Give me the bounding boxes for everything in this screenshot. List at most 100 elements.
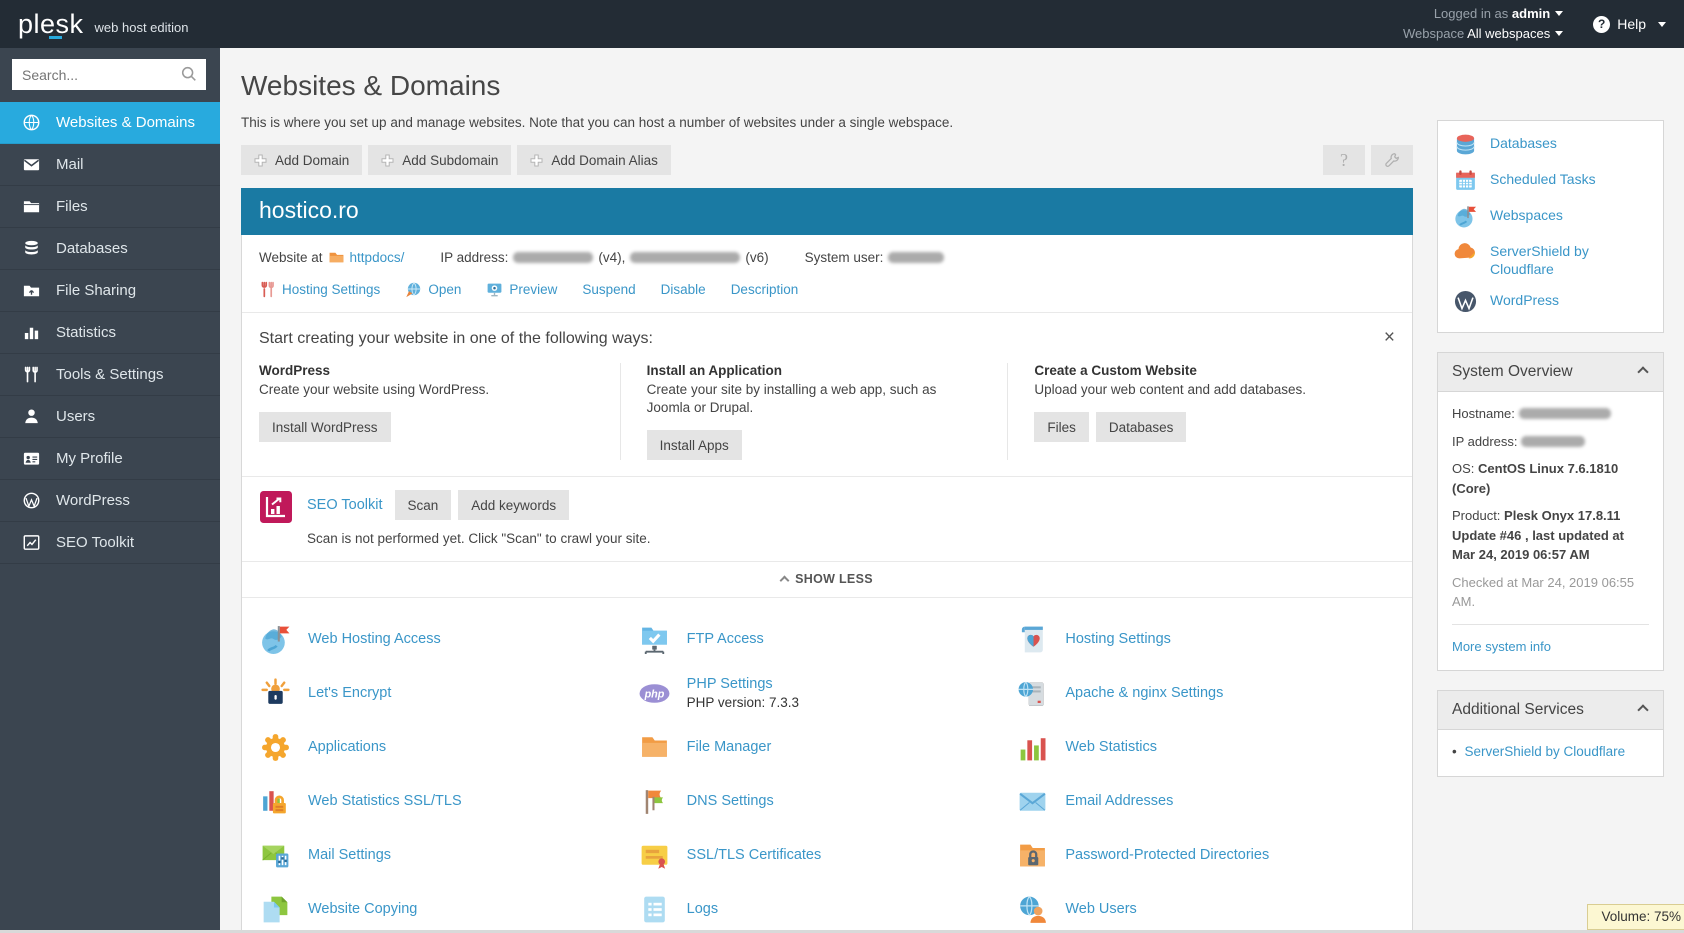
user-menu[interactable]: admin (1512, 6, 1564, 21)
protected-folder-icon[interactable] (1016, 839, 1049, 872)
action-preview[interactable]: Preview (486, 281, 557, 298)
os-label: OS: (1452, 461, 1475, 476)
httpdocs-link[interactable]: httpdocs/ (350, 250, 405, 265)
rail-link-databases[interactable]: Databases (1453, 132, 1648, 157)
seo-toolkit-link[interactable]: SEO Toolkit (307, 497, 383, 513)
webspace-selector[interactable]: All webspaces (1467, 26, 1564, 41)
action-disable[interactable]: Disable (661, 282, 706, 297)
redacted-ipv6 (630, 252, 741, 263)
grid-item-link[interactable]: FTP Access (687, 631, 764, 647)
rail-link-servershield-by-cloudflare[interactable]: ServerShield by Cloudflare (1453, 243, 1648, 278)
grid-item-password-protected-directories: Password-Protected Directories (1016, 830, 1395, 880)
sidebar-item-file-sharing[interactable]: File Sharing (0, 270, 220, 312)
grid-item-link[interactable]: Hosting Settings (1065, 631, 1171, 647)
stats-lock-icon[interactable] (259, 785, 292, 818)
envelope-icon[interactable] (1016, 785, 1049, 818)
grid-item-link[interactable]: Web Statistics (1065, 739, 1157, 755)
sidebar-item-files[interactable]: Files (0, 186, 220, 228)
lets-encrypt-icon[interactable] (259, 677, 292, 710)
grid-item-link[interactable]: Applications (308, 739, 386, 755)
grid-item-link[interactable]: DNS Settings (687, 793, 774, 809)
show-less-toggle[interactable]: SHOW LESS (242, 562, 1412, 597)
sidebar-item-my-profile[interactable]: My Profile (0, 438, 220, 480)
button-databases[interactable]: Databases (1095, 412, 1187, 443)
grid-item-link[interactable]: PHP Settings (687, 676, 799, 692)
gear-icon[interactable] (259, 731, 292, 764)
folder-orange-icon[interactable] (638, 731, 671, 764)
promo-option-text: Upload your web content and add database… (1034, 382, 1307, 397)
grid-item-link[interactable]: Web Users (1065, 901, 1136, 917)
close-icon[interactable]: × (1384, 328, 1395, 347)
grid-item-link[interactable]: Let's Encrypt (308, 685, 391, 701)
search-box (0, 48, 220, 102)
customize-button[interactable] (1371, 145, 1413, 175)
search-input[interactable] (12, 59, 206, 90)
grid-item-link[interactable]: Mail Settings (308, 847, 391, 863)
rail-link-webspaces[interactable]: Webspaces (1453, 206, 1648, 229)
sidebar-item-users[interactable]: Users (0, 396, 220, 438)
grid-item-php-settings: php PHP Settings PHP version: 7.3.3 (638, 668, 1017, 718)
ftp-folder-icon[interactable] (638, 623, 671, 656)
sidebar-item-tools-settings[interactable]: Tools & Settings (0, 354, 220, 396)
button-add-domain-alias[interactable]: Add Domain Alias (517, 145, 671, 175)
nav-folder-icon (22, 197, 41, 216)
redacted-system-user (888, 252, 945, 263)
action-open[interactable]: Open (405, 281, 461, 298)
button-files[interactable]: Files (1034, 412, 1089, 443)
certificate-icon[interactable] (638, 839, 671, 872)
sidebar-item-databases[interactable]: Databases (0, 228, 220, 270)
grid-item-hosting-settings: Hosting Settings (1016, 614, 1395, 664)
help-button[interactable]: ? (1323, 145, 1365, 175)
sidebar-item-seo-toolkit[interactable]: SEO Toolkit (0, 522, 220, 564)
sidebar-item-wordpress[interactable]: WordPress (0, 480, 220, 522)
rail-link-scheduled-tasks[interactable]: Scheduled Tasks (1453, 170, 1648, 193)
bar-chart-icon[interactable] (1016, 731, 1049, 764)
plesk-logo[interactable]: plesk (18, 9, 84, 40)
grid-item-link[interactable]: File Manager (687, 739, 772, 755)
feature-grid: Web Hosting Access Let's Encrypt Applica… (242, 598, 1412, 933)
sidebar-item-statistics[interactable]: Statistics (0, 312, 220, 354)
php-icon[interactable]: php (638, 677, 671, 710)
logs-icon[interactable] (638, 893, 671, 926)
grid-item-link[interactable]: Web Hosting Access (308, 631, 441, 647)
nav-card-icon (22, 449, 41, 468)
logo-accent-bar (49, 35, 62, 39)
button-install-wordpress[interactable]: Install WordPress (259, 412, 391, 443)
globe-flag-icon[interactable] (259, 623, 292, 656)
grid-item-link[interactable]: Apache & nginx Settings (1065, 685, 1223, 701)
chevron-up-icon[interactable] (1637, 704, 1649, 716)
button-install-apps[interactable]: Install Apps (646, 430, 742, 461)
database-color-icon (1453, 132, 1478, 157)
more-system-info-link[interactable]: More system info (1452, 639, 1551, 654)
sidebar-item-label: Files (56, 198, 88, 215)
hosting-scroll-icon[interactable] (1016, 623, 1049, 656)
grid-item-link[interactable]: Web Statistics SSL/TLS (308, 793, 462, 809)
web-users-icon[interactable] (1016, 893, 1049, 926)
grid-item-link[interactable]: SSL/TLS Certificates (687, 847, 822, 863)
button-add-subdomain[interactable]: Add Subdomain (368, 145, 512, 175)
grid-item-link[interactable]: Email Addresses (1065, 793, 1173, 809)
search-icon[interactable] (180, 65, 198, 83)
sidebar-item-mail[interactable]: Mail (0, 144, 220, 186)
seo-toolkit-icon (259, 490, 293, 524)
grid-item-link[interactable]: Password-Protected Directories (1065, 847, 1269, 863)
sidebar-item-label: Databases (56, 240, 128, 257)
action-description[interactable]: Description (731, 282, 799, 297)
button-add-keywords[interactable]: Add keywords (458, 490, 570, 521)
apache-nginx-icon[interactable] (1016, 677, 1049, 710)
help-menu[interactable]: ? Help (1593, 15, 1666, 33)
grid-item-link[interactable]: Website Copying (308, 901, 417, 917)
sidebar-item-websites-domains[interactable]: Websites & Domains (0, 102, 220, 144)
chevron-up-icon[interactable] (1637, 366, 1649, 378)
mail-settings-icon[interactable] (259, 839, 292, 872)
action-hosting-settings[interactable]: Hosting Settings (259, 281, 380, 298)
button-scan[interactable]: Scan (394, 490, 452, 521)
rail-link-wordpress[interactable]: WordPress (1453, 290, 1648, 314)
grid-item-ftp-access: FTP Access (638, 614, 1017, 664)
grid-item-link[interactable]: Logs (687, 901, 718, 917)
action-suspend[interactable]: Suspend (582, 282, 635, 297)
button-add-domain[interactable]: Add Domain (241, 145, 363, 175)
domain-toolbar: Add Domain Add Subdomain Add Domain Alia… (241, 145, 1413, 175)
dns-flags-icon[interactable] (638, 785, 671, 818)
copy-pages-icon[interactable] (259, 893, 292, 926)
